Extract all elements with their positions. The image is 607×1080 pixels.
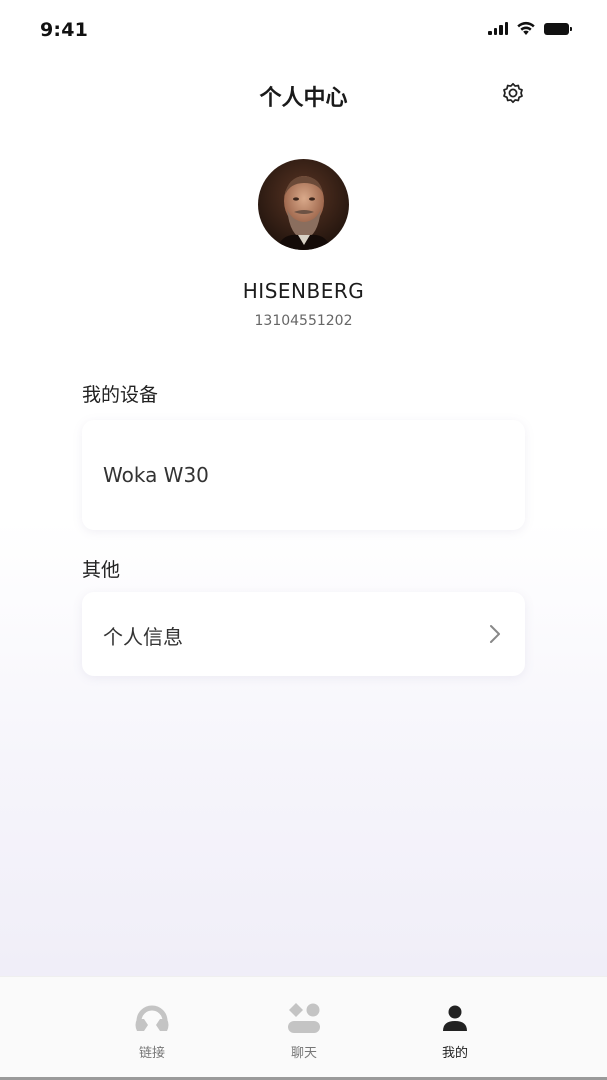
devices-section-title: 我的设备 — [82, 384, 159, 406]
personal-info-row[interactable]: 个人信息 — [82, 592, 525, 676]
tab-chat-label: 聊天 — [290, 1046, 317, 1061]
avatar-portrait — [258, 159, 349, 250]
tab-chat[interactable]: 聊天 — [254, 977, 354, 1077]
tab-link-label: 链接 — [138, 1046, 165, 1061]
status-icons — [488, 21, 572, 36]
other-section-title: 其他 — [82, 559, 121, 581]
status-time: 9:41 — [40, 19, 89, 41]
tab-bar: 链接 聊天 我的 — [0, 976, 607, 1080]
signal-icon — [488, 22, 508, 35]
chevron-right-icon — [490, 625, 500, 643]
chat-icon — [284, 1001, 324, 1035]
tab-mine[interactable]: 我的 — [405, 977, 505, 1077]
tab-mine-label: 我的 — [441, 1046, 468, 1061]
device-card[interactable]: Woka W30 — [82, 420, 525, 530]
settings-button[interactable] — [498, 78, 528, 108]
person-icon — [435, 1001, 475, 1035]
personal-info-label: 个人信息 — [103, 625, 183, 649]
tab-link[interactable]: 链接 — [102, 977, 202, 1077]
device-name: Woka W30 — [103, 463, 209, 487]
username: HISENBERG — [242, 279, 365, 303]
phone-number: 13104551202 — [254, 313, 353, 329]
gear-icon — [503, 82, 523, 104]
headphones-icon — [132, 1001, 172, 1035]
battery-icon — [544, 22, 572, 35]
wifi-icon — [517, 21, 535, 35]
avatar[interactable] — [258, 159, 349, 250]
status-bar: 9:41 — [0, 0, 607, 60]
